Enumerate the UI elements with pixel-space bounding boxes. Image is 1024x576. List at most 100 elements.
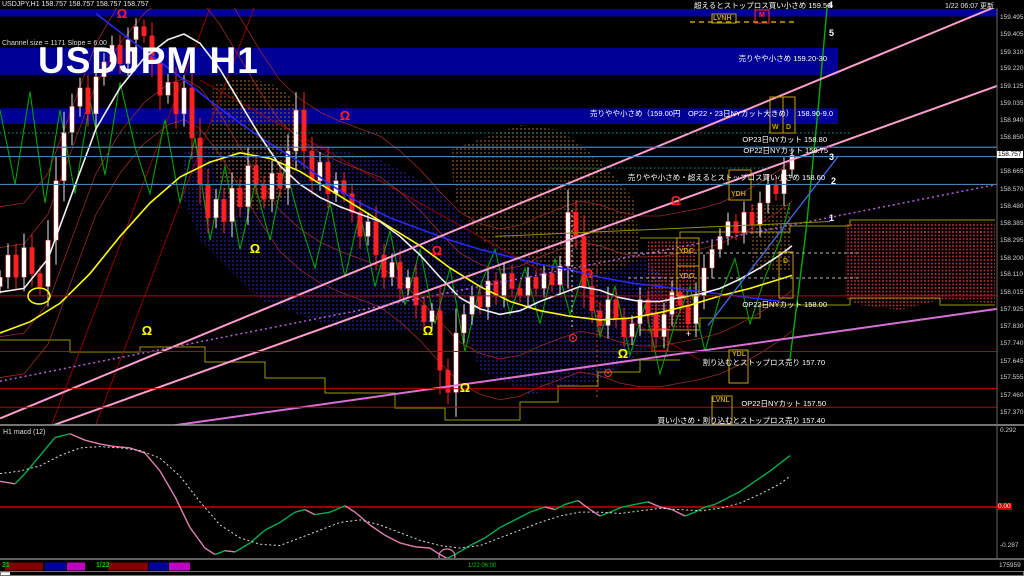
price-axis-label[interactable]: 159.310	[1000, 49, 1024, 56]
candle-body	[518, 288, 522, 295]
macd-line-segment	[305, 510, 315, 515]
macd-axis-label[interactable]: 0.292	[1000, 427, 1016, 434]
price-axis-label[interactable]: 157.645	[1000, 358, 1024, 365]
tag-label: M	[759, 12, 765, 19]
price-axis-label[interactable]: 158.570	[1000, 186, 1024, 193]
candle-body	[710, 249, 714, 268]
candle-body	[534, 277, 538, 288]
price-axis-label[interactable]: 158.295	[1000, 237, 1024, 244]
price-axis-label[interactable]: 158.110	[1000, 271, 1023, 278]
price-axis-label[interactable]: 158.480	[1000, 203, 1024, 210]
macd-line-segment	[85, 440, 100, 444]
candle-body	[22, 248, 26, 278]
candle-body	[46, 240, 50, 286]
level-annotation: OP22日NYカット 157.50	[741, 398, 826, 409]
macd-axis-label[interactable]: -0.287	[1000, 542, 1018, 549]
candle-body	[270, 173, 274, 199]
candle-body	[294, 110, 298, 151]
level-annotation: 売りやや小さめ（159.00円 OP22・23日NYカット大きめ） 158.90…	[590, 108, 833, 119]
macd-line-segment	[205, 548, 215, 554]
price-axis-label[interactable]: 159.495	[1000, 14, 1024, 21]
macd-line-segment	[280, 512, 295, 522]
time-axis-date-label[interactable]: 21	[2, 562, 10, 569]
alarm-marker-dot	[607, 372, 609, 374]
candle-body	[478, 296, 482, 307]
macd-line-segment	[440, 555, 447, 559]
macd-line-segment	[400, 543, 415, 547]
price-axis-label[interactable]: 158.385	[1000, 220, 1024, 227]
macd-line-segment	[578, 501, 590, 510]
price-axis-label[interactable]: 158.200	[1000, 255, 1024, 262]
price-axis-label[interactable]: 157.740	[1000, 340, 1024, 347]
macd-line-segment	[265, 522, 280, 530]
price-axis-label[interactable]: 158.850	[1000, 134, 1024, 141]
candle-body	[734, 222, 738, 233]
session-bar-segment	[45, 563, 66, 571]
candle-body	[166, 82, 170, 95]
macd-zero-badge: 0.00	[997, 503, 1012, 510]
candle-body	[174, 82, 178, 114]
chart-canvas[interactable]: ΩΩΩΩΩΩΩΩΩΩ+	[0, 0, 1024, 576]
session-bar-segment	[149, 563, 168, 571]
macd-line-segment	[500, 520, 515, 528]
macd-indicator-label: H1 macd (12)	[3, 429, 45, 436]
price-axis-label[interactable]: 157.555	[1000, 374, 1024, 381]
macd-line-segment	[485, 528, 500, 538]
candle-body	[758, 203, 762, 225]
omega-marker-red: Ω	[432, 243, 442, 258]
macd-line-segment	[225, 551, 235, 552]
macd-line-segment	[672, 510, 685, 516]
current-price-badge: 158.757	[997, 151, 1023, 158]
candle-body	[30, 248, 34, 274]
candle-body	[14, 255, 18, 277]
price-axis-label[interactable]: 159.405	[1000, 31, 1024, 38]
candle-body	[590, 287, 594, 311]
horizontal-scrollbar[interactable]	[1, 572, 1024, 576]
omega-marker-yellow: Ω	[142, 323, 152, 338]
price-axis-label[interactable]: 159.125	[1000, 83, 1024, 90]
price-axis-label[interactable]: 157.460	[1000, 392, 1024, 399]
price-axis-label[interactable]: 157.830	[1000, 323, 1024, 330]
candle-body	[502, 274, 506, 296]
macd-line-segment	[715, 499, 725, 504]
macd-line-segment	[780, 456, 790, 464]
candle-body	[86, 88, 90, 114]
candle-body	[406, 277, 410, 288]
price-axis-label[interactable]: 159.220	[1000, 65, 1024, 72]
level-annotation: OP23日NYカット 158.80	[742, 134, 827, 145]
candle-body	[0, 277, 2, 286]
candle-body	[310, 151, 314, 181]
price-axis-label[interactable]: 158.015	[1000, 289, 1024, 296]
candle-body	[686, 305, 690, 324]
omega-marker-yellow: Ω	[618, 346, 628, 361]
price-axis-label[interactable]: 157.925	[1000, 306, 1024, 313]
macd-line-segment	[235, 543, 250, 552]
candle-body	[374, 222, 378, 255]
candle-body	[766, 184, 770, 203]
candle-body	[94, 77, 98, 114]
omega-marker-yellow: Ω	[250, 241, 260, 256]
tag-label: W	[772, 124, 779, 131]
candle-body	[638, 300, 642, 324]
candle-body	[222, 199, 226, 221]
candle-body	[414, 277, 418, 305]
trading-chart-window: ΩΩΩΩΩΩΩΩΩΩ+ USDJPY,H1 158.757 158.757 15…	[0, 0, 1024, 576]
price-axis-label[interactable]: 157.370	[1000, 409, 1024, 416]
level-annotation: 買い小さめ・割り込むとストップロス売り 157.40	[657, 415, 825, 426]
macd-line-segment	[470, 538, 485, 546]
scrollbar-thumb[interactable]	[1, 572, 10, 575]
price-axis-label[interactable]: 158.665	[1000, 168, 1024, 175]
omega-marker-red: Ω	[340, 108, 350, 123]
price-axis-label[interactable]: 159.035	[1000, 100, 1024, 107]
omega-marker-red: Ω	[583, 266, 593, 281]
macd-line-segment	[740, 481, 755, 491]
macd-line-segment	[40, 438, 55, 456]
macd-line-segment	[685, 512, 695, 516]
candle-body	[662, 314, 666, 336]
session-bar-segment	[169, 563, 190, 571]
candle-body	[38, 274, 42, 287]
candle-body	[774, 184, 778, 193]
omega-marker-red: Ω	[671, 193, 681, 208]
price-axis-label[interactable]: 158.940	[1000, 117, 1024, 124]
time-axis-date-label[interactable]: 1/22	[96, 562, 110, 569]
